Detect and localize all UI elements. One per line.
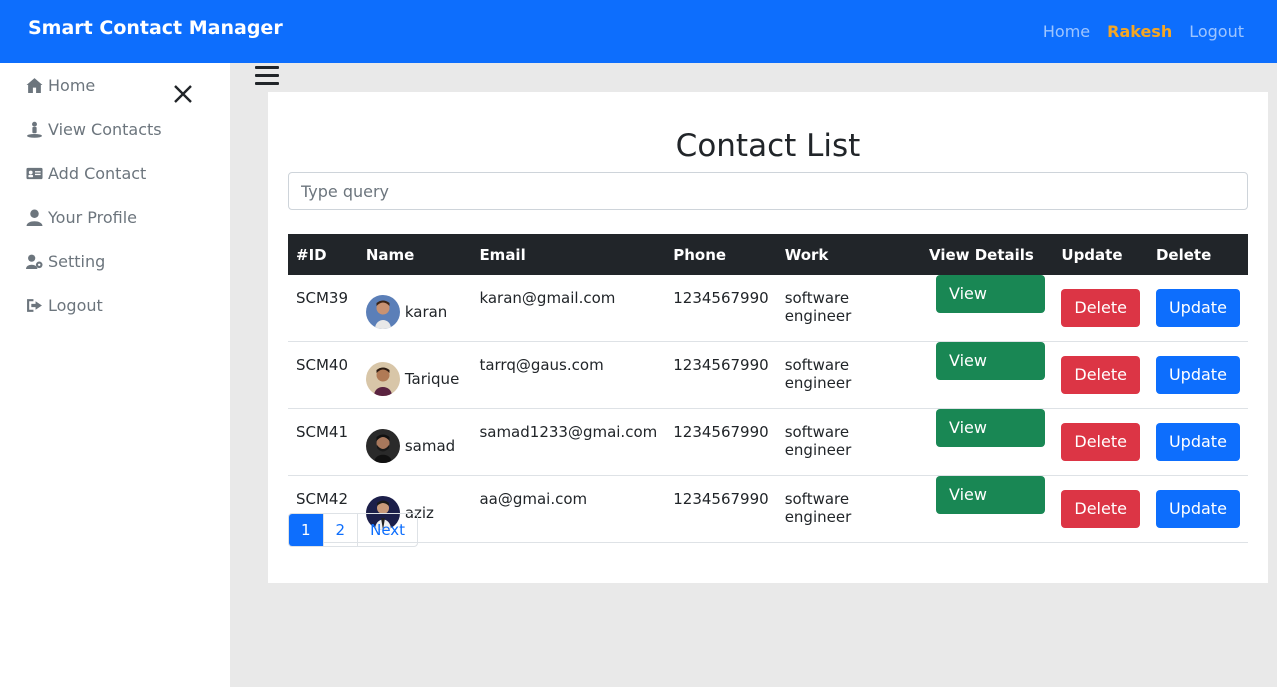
table-row: SCM40 Tarique tarrq@gaus.com 1234567990 … xyxy=(288,342,1248,409)
sidebar-item-home[interactable]: Home xyxy=(24,72,95,98)
nav-logout-link[interactable]: Logout xyxy=(1189,22,1244,41)
update-button[interactable]: Update xyxy=(1155,356,1240,394)
col-update-header: Update xyxy=(1061,245,1123,264)
contact-email: aa@gmai.com xyxy=(479,490,588,508)
sidebar-item-label: Your Profile xyxy=(48,207,137,227)
contact-id: SCM39 xyxy=(296,289,349,307)
view-details-button[interactable]: View Details xyxy=(935,409,1046,475)
view-details-button[interactable]: View Details xyxy=(935,275,1046,341)
contact-id: SCM41 xyxy=(296,423,349,441)
delete-button[interactable]: Delete xyxy=(1061,490,1140,528)
contact-name: Tarique xyxy=(404,370,460,388)
sidebar-item-label: Setting xyxy=(48,251,106,271)
update-button[interactable]: Update xyxy=(1155,289,1240,327)
sidebar-item-add-contact[interactable]: Add Contact xyxy=(24,160,146,186)
contacts-icon xyxy=(24,120,44,138)
col-view-header: View Details xyxy=(928,245,1034,264)
home-icon xyxy=(24,76,44,94)
delete-button[interactable]: Delete xyxy=(1061,356,1140,394)
col-delete-header: Delete xyxy=(1155,245,1212,264)
page-2-link[interactable]: 2 xyxy=(322,514,358,546)
sidebar-item-your-profile[interactable]: Your Profile xyxy=(24,204,137,230)
next-page-link[interactable]: Next xyxy=(357,514,417,546)
update-button[interactable]: Update xyxy=(1155,490,1240,528)
nav-home-link[interactable]: Home xyxy=(1043,22,1090,41)
pagination: 1 2 Next xyxy=(288,513,419,547)
sidebar-item-label: View Contacts xyxy=(48,119,162,139)
view-details-button[interactable]: View Details xyxy=(935,342,1046,408)
contact-work: software engineer xyxy=(784,356,852,392)
contact-name-cell: samad xyxy=(365,421,464,463)
contact-phone: 1234567990 xyxy=(673,490,769,508)
contact-email: tarrq@gaus.com xyxy=(479,356,604,374)
sign-out-icon xyxy=(24,296,44,314)
avatar xyxy=(365,362,400,396)
table-row: SCM39 karan karan@gmail.com 1234567990 s… xyxy=(288,275,1248,342)
avatar xyxy=(365,429,400,463)
delete-button[interactable]: Delete xyxy=(1061,423,1140,461)
close-icon[interactable] xyxy=(172,83,194,105)
user-gear-icon xyxy=(24,252,44,270)
user-icon xyxy=(24,208,44,226)
sidebar-item-label: Logout xyxy=(48,295,103,315)
contact-phone: 1234567990 xyxy=(673,423,769,441)
contact-work: software engineer xyxy=(784,289,852,325)
table-row: SCM42 aziz aa@gmai.com 1234567990 softwa… xyxy=(288,476,1248,543)
nav-links: Home Rakesh Logout xyxy=(1043,22,1244,41)
top-navbar: Smart Contact Manager Home Rakesh Logout xyxy=(0,0,1277,63)
sidebar-item-label: Add Contact xyxy=(48,163,147,183)
col-email-header: Email xyxy=(479,245,526,264)
avatar xyxy=(365,295,400,329)
page-title: Contact List xyxy=(675,128,861,164)
contact-name: samad xyxy=(404,437,456,455)
contact-list-card: Contact List #ID Name Email Phone Work V… xyxy=(268,92,1268,583)
page-1-link[interactable]: 1 xyxy=(289,514,323,546)
update-button[interactable]: Update xyxy=(1155,423,1240,461)
nav-user-link[interactable]: Rakesh xyxy=(1107,22,1172,41)
sidebar-item-setting[interactable]: Setting xyxy=(24,248,105,274)
contact-phone: 1234567990 xyxy=(673,356,769,374)
col-name-header: Name xyxy=(365,245,415,264)
contact-name-cell: karan xyxy=(365,287,464,329)
menu-toggle-icon[interactable] xyxy=(255,66,279,86)
sidebar-item-view-contacts[interactable]: View Contacts xyxy=(24,116,162,142)
col-phone-header: Phone xyxy=(673,245,727,264)
col-id-header: #ID xyxy=(296,245,327,264)
contact-name-cell: Tarique xyxy=(365,354,464,396)
contact-email: samad1233@gmai.com xyxy=(479,423,658,441)
contact-work: software engineer xyxy=(784,423,852,459)
sidebar: Home View Contacts Add Contact Your Prof… xyxy=(0,63,230,687)
contacts-table: #ID Name Email Phone Work View Details U… xyxy=(288,234,1248,543)
sidebar-item-label: Home xyxy=(48,75,96,95)
view-details-button[interactable]: View Details xyxy=(935,476,1046,542)
brand-title[interactable]: Smart Contact Manager xyxy=(28,17,283,39)
contact-work: software engineer xyxy=(784,490,852,526)
sidebar-item-logout[interactable]: Logout xyxy=(24,292,103,318)
table-header-row: #ID Name Email Phone Work View Details U… xyxy=(288,234,1248,275)
contact-phone: 1234567990 xyxy=(673,289,769,307)
contact-email: karan@gmail.com xyxy=(479,289,616,307)
table-row: SCM41 samad samad1233@gmai.com 123456799… xyxy=(288,409,1248,476)
id-card-icon xyxy=(24,164,44,182)
search-input[interactable] xyxy=(288,172,1248,210)
delete-button[interactable]: Delete xyxy=(1061,289,1140,327)
contact-name: karan xyxy=(404,303,448,321)
col-work-header: Work xyxy=(784,245,829,264)
contact-id: SCM40 xyxy=(296,356,349,374)
